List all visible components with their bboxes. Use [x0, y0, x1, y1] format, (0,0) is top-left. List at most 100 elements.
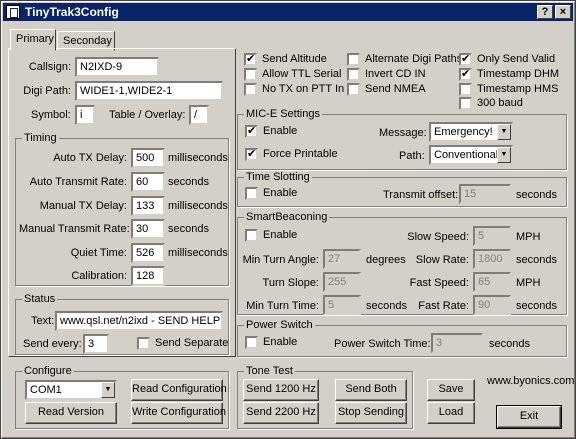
timestamp-dhm-box	[459, 68, 472, 81]
stop-sending-button[interactable]: Stop Sending	[335, 402, 407, 424]
force-printable-checkbox[interactable]: Force Printable	[245, 148, 338, 162]
quiet-time-label: Quiet Time:	[70, 247, 127, 259]
fast-speed-unit: MPH	[516, 277, 541, 289]
calibration-input[interactable]: 128	[131, 266, 165, 286]
smartbeaconing-title: SmartBeaconing	[244, 211, 330, 223]
callsign-input[interactable]: N2IXD-9	[75, 57, 159, 77]
status-text-input[interactable]: www.qsl.net/n2ixd - SEND HELP	[55, 311, 223, 331]
smart-enable-box	[245, 229, 258, 242]
send-altitude-checkbox[interactable]: Send Altitude	[244, 53, 327, 67]
save-button[interactable]: Save	[427, 379, 475, 401]
power-switch-title: Power Switch	[244, 319, 315, 331]
only-send-valid-checkbox[interactable]: Only Send Valid	[459, 53, 555, 67]
write-configuration-button[interactable]: Write Configuration	[131, 402, 226, 424]
no-tx-on-ptt-checkbox[interactable]: No TX on PTT In	[244, 83, 344, 97]
turn-slope-input[interactable]: 255	[323, 272, 361, 292]
mice-enable-label: Enable	[263, 125, 298, 137]
title-bar: TinyTrak3Config ? ×	[3, 3, 573, 21]
message-select[interactable]: Emergency! ▼	[429, 122, 513, 142]
help-button[interactable]: ?	[537, 5, 553, 19]
digipath-input[interactable]: WIDE1-1,WIDE2-1	[75, 81, 223, 101]
status-text-label: Text:	[31, 315, 55, 327]
alternate-digi-paths-checkbox[interactable]: Alternate Digi Paths	[347, 53, 462, 67]
only-send-valid-box	[459, 53, 472, 66]
timing-title: Timing	[22, 132, 59, 144]
com-port-select[interactable]: COM1 ▼	[25, 380, 117, 400]
allow-ttl-serial-checkbox[interactable]: Allow TTL Serial	[244, 68, 341, 82]
tab-secondary-label: Seconday	[63, 35, 112, 47]
main-window: TinyTrak3Config ? × Primary Seconday Cal…	[0, 0, 576, 439]
fast-speed-label: Fast Speed:	[409, 277, 469, 289]
message-value: Emergency!	[434, 126, 493, 138]
read-version-button[interactable]: Read Version	[25, 402, 117, 424]
table-overlay-input[interactable]: /	[189, 105, 209, 125]
slow-speed-label: Slow Speed:	[407, 231, 469, 243]
time-slotting-title: Time Slotting	[244, 171, 312, 183]
alternate-digi-paths-label: Alternate Digi Paths	[365, 53, 463, 65]
com-port-dropdown-icon[interactable]: ▼	[101, 382, 115, 398]
power-enable-checkbox[interactable]: Enable	[245, 336, 297, 350]
manual-transmit-rate-input[interactable]: 30	[131, 219, 165, 239]
power-enable-box	[245, 336, 258, 349]
send-nmea-box	[347, 83, 360, 96]
load-button[interactable]: Load	[427, 402, 475, 424]
auto-tx-delay-input[interactable]: 500	[131, 148, 165, 168]
allow-ttl-serial-box	[244, 68, 257, 81]
manual-tx-delay-input[interactable]: 133	[131, 196, 165, 216]
smart-enable-checkbox[interactable]: Enable	[245, 229, 297, 243]
send-nmea-checkbox[interactable]: Send NMEA	[347, 83, 426, 97]
send-every-input[interactable]: 3	[83, 334, 109, 354]
read-configuration-button[interactable]: Read Configuration	[131, 379, 227, 401]
send-separate-checkbox[interactable]: Send Separate	[137, 337, 228, 351]
slotting-enable-checkbox[interactable]: Enable	[245, 187, 297, 201]
close-button[interactable]: ×	[555, 5, 571, 19]
min-turn-time-input[interactable]: 5	[323, 295, 361, 315]
fast-rate-input[interactable]: 90	[473, 295, 511, 315]
timestamp-dhm-label: Timestamp DHM	[477, 68, 560, 80]
com-port-value: COM1	[30, 384, 62, 396]
send-every-label: Send every:	[23, 338, 82, 350]
configure-title: Configure	[22, 365, 74, 377]
auto-transmit-rate-label: Auto Transmit Rate:	[29, 176, 127, 188]
message-dropdown-icon[interactable]: ▼	[497, 124, 511, 140]
timestamp-hms-checkbox[interactable]: Timestamp HMS	[459, 83, 559, 97]
path-select[interactable]: Conventional ▼	[429, 145, 513, 165]
quiet-time-input[interactable]: 526	[131, 243, 165, 263]
alternate-digi-paths-box	[347, 53, 360, 66]
min-turn-angle-input[interactable]: 27	[323, 249, 361, 269]
send-separate-box	[137, 337, 150, 350]
path-label: Path:	[399, 150, 425, 162]
slow-rate-input[interactable]: 1800	[473, 249, 511, 269]
min-turn-angle-label: Min Turn Angle:	[242, 254, 319, 266]
send-separate-label: Send Separate	[155, 337, 229, 349]
send-2200hz-button[interactable]: Send 2200 Hz	[243, 402, 319, 424]
tab-primary[interactable]: Primary	[10, 29, 56, 51]
auto-transmit-rate-input[interactable]: 60	[131, 172, 165, 192]
transmit-offset-input[interactable]: 15	[459, 184, 511, 204]
slotting-enable-box	[245, 187, 258, 200]
timestamp-dhm-checkbox[interactable]: Timestamp DHM	[459, 68, 559, 82]
manual-tx-delay-label: Manual TX Delay:	[39, 200, 127, 212]
exit-button[interactable]: Exit	[496, 405, 562, 429]
send-both-button[interactable]: Send Both	[335, 379, 407, 401]
quiet-time-unit: milliseconds	[168, 247, 228, 259]
fast-rate-label: Fast Rate:	[418, 300, 469, 312]
window-title: TinyTrak3Config	[25, 5, 119, 19]
digipath-label: Digi Path:	[23, 85, 71, 97]
invert-cd-in-checkbox[interactable]: Invert CD IN	[347, 68, 426, 82]
website-link[interactable]: www.byonics.com	[487, 375, 574, 387]
path-dropdown-icon[interactable]: ▼	[497, 147, 511, 163]
send-altitude-box	[244, 53, 257, 66]
send-nmea-label: Send NMEA	[365, 83, 426, 95]
power-switch-time-input[interactable]: 3	[431, 333, 483, 353]
slow-speed-input[interactable]: 5	[473, 226, 511, 246]
send-1200hz-button[interactable]: Send 1200 Hz	[243, 379, 319, 401]
symbol-input[interactable]: i	[75, 105, 95, 125]
mice-enable-checkbox[interactable]: Enable	[245, 125, 297, 139]
smart-enable-label: Enable	[263, 229, 298, 241]
auto-tx-delay-label: Auto TX Delay:	[53, 152, 127, 164]
baud-300-checkbox[interactable]: 300 baud	[459, 97, 523, 111]
fast-speed-input[interactable]: 65	[473, 272, 511, 292]
slow-rate-unit: seconds	[516, 254, 557, 266]
calibration-label: Calibration:	[71, 270, 127, 282]
